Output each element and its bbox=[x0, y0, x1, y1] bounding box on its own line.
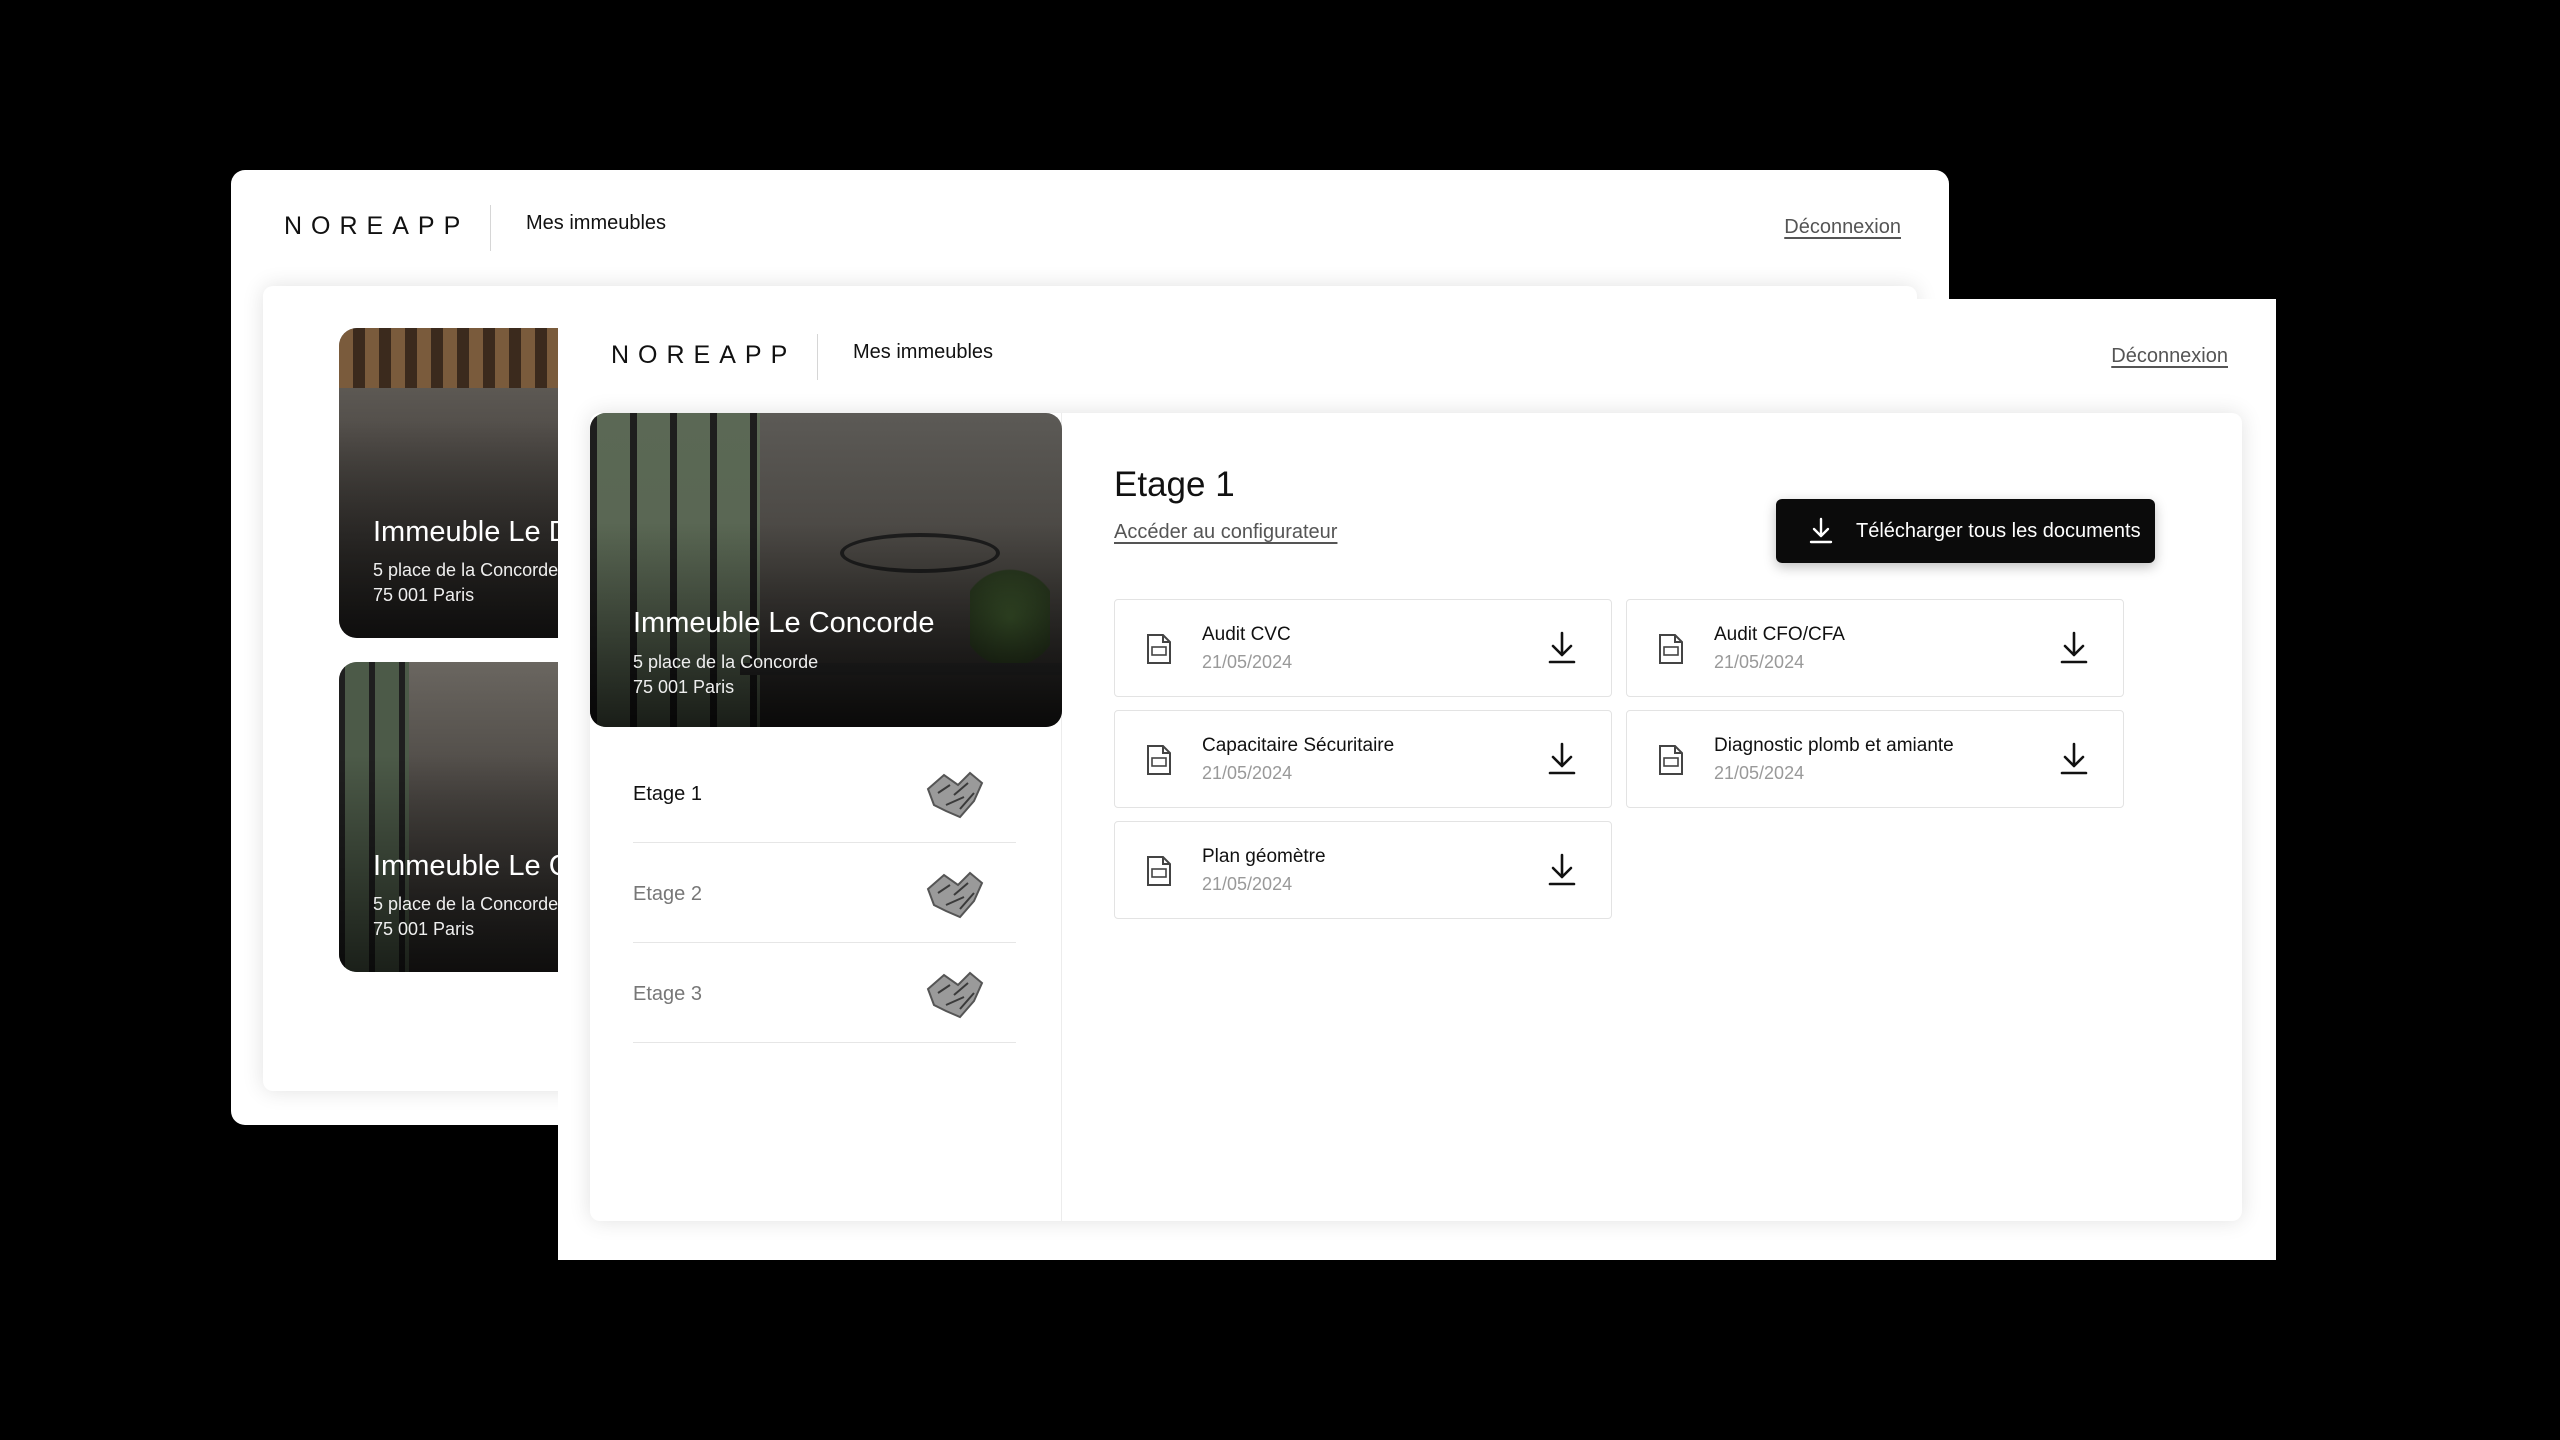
document-name: Audit CVC bbox=[1202, 624, 1291, 645]
building-card-address: 5 place de la Concorde 75 001 Paris bbox=[373, 892, 558, 942]
document-name: Audit CFO/CFA bbox=[1714, 624, 1845, 645]
building-name: Immeuble Le Concorde bbox=[633, 607, 935, 639]
download-icon bbox=[1809, 517, 1833, 544]
front-window: NOREAPP Mes immeubles Déconnexion Immeub… bbox=[558, 299, 2276, 1260]
header-divider bbox=[817, 334, 818, 380]
pdf-file-icon bbox=[1147, 745, 1171, 775]
building-hero-card[interactable]: Immeuble Le Concorde 5 place de la Conco… bbox=[590, 413, 1062, 727]
document-date: 21/05/2024 bbox=[1202, 763, 1293, 783]
document-card: Capacitaire Sécuritaire 21/05/2024 bbox=[1114, 710, 1612, 808]
floor-list: Etage 1 Etage 2 Etage 3 bbox=[633, 743, 1016, 1043]
pdf-file-icon bbox=[1659, 745, 1683, 775]
document-name: Capacitaire Sécuritaire bbox=[1202, 735, 1395, 756]
download-icon[interactable] bbox=[1545, 852, 1579, 888]
configurator-link[interactable]: Accéder au configurateur bbox=[1114, 521, 1337, 544]
document-card: Plan géomètre 21/05/2024 bbox=[1114, 821, 1612, 919]
brand-logo[interactable]: NOREAPP bbox=[284, 212, 469, 241]
document-date: 21/05/2024 bbox=[1714, 652, 1805, 672]
brand-logo[interactable]: NOREAPP bbox=[611, 341, 796, 370]
nav-my-buildings[interactable]: Mes immeubles bbox=[853, 341, 993, 364]
floor-plan-thumbnail-icon bbox=[926, 971, 984, 1019]
document-card: Diagnostic plomb et amiante 21/05/2024 bbox=[1626, 710, 2124, 808]
building-detail-panel: Immeuble Le Concorde 5 place de la Conco… bbox=[590, 413, 2242, 1221]
nav-my-buildings[interactable]: Mes immeubles bbox=[526, 212, 666, 235]
floor-item-3[interactable]: Etage 3 bbox=[633, 943, 1016, 1043]
floor-title: Etage 1 bbox=[1114, 465, 1235, 504]
download-icon[interactable] bbox=[1545, 630, 1579, 666]
header-divider bbox=[490, 205, 491, 251]
address-line-1: 5 place de la Concorde bbox=[373, 560, 559, 580]
building-address: 5 place de la Concorde 75 001 Paris bbox=[633, 650, 818, 700]
document-name: Diagnostic plomb et amiante bbox=[1714, 735, 1954, 756]
address-line-2: 75 001 Paris bbox=[373, 919, 475, 939]
floor-item-1[interactable]: Etage 1 bbox=[633, 743, 1016, 843]
floor-label: Etage 3 bbox=[633, 983, 702, 1005]
document-date: 21/05/2024 bbox=[1714, 763, 1805, 783]
document-name: Plan géomètre bbox=[1202, 846, 1326, 867]
pdf-file-icon bbox=[1659, 634, 1683, 664]
floor-plan-thumbnail-icon bbox=[926, 771, 984, 819]
download-icon[interactable] bbox=[2057, 741, 2091, 777]
back-topbar: NOREAPP Mes immeubles Déconnexion bbox=[231, 170, 1949, 288]
document-date: 21/05/2024 bbox=[1202, 652, 1293, 672]
floor-detail: Etage 1 Accéder au configurateur Télécha… bbox=[1062, 413, 2242, 1221]
address-line-2: 75 001 Paris bbox=[373, 585, 475, 605]
floor-plan-thumbnail-icon bbox=[926, 871, 984, 919]
logout-link[interactable]: Déconnexion bbox=[1784, 216, 1901, 239]
address-line-1: 5 place de la Concorde bbox=[373, 894, 559, 914]
document-date: 21/05/2024 bbox=[1202, 874, 1293, 894]
address-line-2: 75 001 Paris bbox=[633, 677, 735, 697]
pdf-file-icon bbox=[1147, 856, 1171, 886]
building-sidebar: Immeuble Le Concorde 5 place de la Conco… bbox=[590, 413, 1062, 1221]
download-all-button[interactable]: Télécharger tous les documents bbox=[1776, 499, 2155, 563]
document-card: Audit CFO/CFA 21/05/2024 bbox=[1626, 599, 2124, 697]
floor-item-2[interactable]: Etage 2 bbox=[633, 843, 1016, 943]
floor-label: Etage 2 bbox=[633, 883, 702, 905]
document-card: Audit CVC 21/05/2024 bbox=[1114, 599, 1612, 697]
floor-label: Etage 1 bbox=[633, 783, 702, 805]
address-line-1: 5 place de la Concorde bbox=[633, 652, 819, 672]
building-card-address: 5 place de la Concorde 75 001 Paris bbox=[373, 558, 558, 608]
pdf-file-icon bbox=[1147, 634, 1171, 664]
download-icon[interactable] bbox=[1545, 741, 1579, 777]
front-topbar: NOREAPP Mes immeubles Déconnexion bbox=[558, 299, 2276, 417]
download-icon[interactable] bbox=[2057, 630, 2091, 666]
download-all-label: Télécharger tous les documents bbox=[1856, 519, 2141, 542]
logout-link[interactable]: Déconnexion bbox=[2111, 345, 2228, 368]
